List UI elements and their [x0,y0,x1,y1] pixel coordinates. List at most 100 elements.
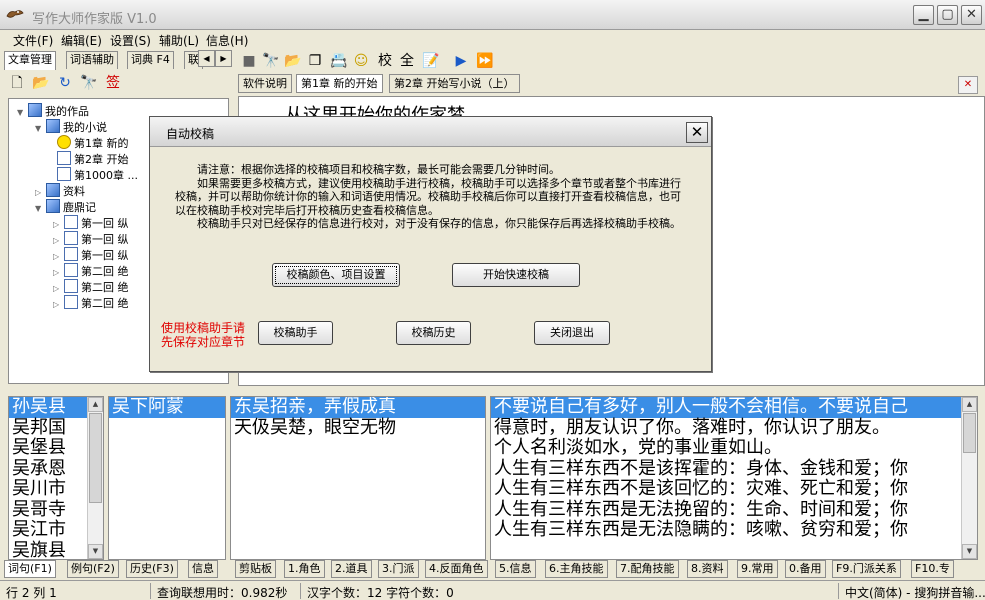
tab-clipboard[interactable]: 剪贴板 [235,560,276,578]
tab-info-5[interactable]: 5.信息 [495,560,536,578]
tab-word-assist[interactable]: 词语辅助 [66,51,118,69]
list-scrollbar[interactable]: ▲ ▼ [961,397,977,559]
tree-novel[interactable]: ▼ 我的小说 [35,119,107,135]
dialog-close-button[interactable]: ✕ [686,122,708,143]
scroll-thumb[interactable] [89,413,102,503]
settings-button[interactable]: 校稿颜色、项目设置 [272,263,400,287]
collapse-icon[interactable]: ▼ [17,105,25,121]
list-item[interactable]: 得意时，朋友认识了你。落难时，你认识了朋友。 [491,417,977,439]
expand-icon[interactable]: ▷ [53,297,61,313]
collapse-icon[interactable]: ▼ [35,121,43,137]
refresh-icon[interactable]: ↻ [56,74,74,92]
word-list-2[interactable]: 吴下阿蒙 [108,396,226,560]
menu-settings[interactable]: 设置(S) [110,32,151,49]
tree-chapter[interactable]: ▷ 第二回 绝 [53,279,129,295]
tab-scroll-right-icon[interactable]: ▶ [215,50,232,67]
document-icon[interactable]: ❐ [306,52,324,70]
tab-sect-relations[interactable]: F9.门派关系 [832,560,901,578]
tab-scroll-left-icon[interactable]: ◀ [198,50,215,67]
tree-chapter[interactable]: ▷ 第一回 纵 [53,231,129,247]
tab-hero-skills[interactable]: 6.主角技能 [545,560,608,578]
list-icon[interactable]: 📇 [330,52,348,70]
list-item[interactable]: 天伋吴楚，眼空无物 [231,417,485,439]
assistant-button[interactable]: 校稿助手 [258,321,333,345]
maximize-button[interactable]: ▢ [937,5,958,25]
list-item[interactable]: 不要说自己有多好，别人一般不会相信。不要说自己 [491,397,977,418]
tree-chapter[interactable]: ▷ 第一回 纵 [53,215,129,231]
new-file-icon[interactable]: 🗋 [8,74,26,92]
list-item[interactable]: 人生有三样东西不是该挥霍的：身体、金钱和爱；你 [491,458,977,480]
tab-software-info[interactable]: 软件说明 [238,74,292,93]
menu-edit[interactable]: 编辑(E) [61,32,102,49]
play-icon[interactable]: ▶ [452,52,470,70]
tab-history[interactable]: 历史(F3) [126,560,178,578]
exit-button[interactable]: 关闭退出 [534,321,610,345]
tree-ludingji[interactable]: ▼ 鹿鼎记 [35,199,96,215]
tree-root[interactable]: ▼ 我的作品 [17,103,89,119]
tab-role[interactable]: 1.角色 [284,560,325,578]
smiley-icon[interactable]: ☺ [352,52,370,70]
close-button[interactable]: ✕ [961,5,982,25]
list-item[interactable]: 吴下阿蒙 [109,397,225,418]
page-icon [64,263,78,277]
open-folder-icon[interactable]: 📂 [32,74,50,92]
tab-chapter-1[interactable]: 第1章 新的开始 [296,74,383,93]
close-document-icon[interactable]: ✕ [958,76,978,94]
scroll-up-icon[interactable]: ▲ [88,397,103,412]
tree-chapter[interactable]: ▷ 第二回 绝 [53,295,129,311]
word-list-1[interactable]: 孙吴县 吴邦国 吴堡县 吴承恩 吴川市 吴哥寺 吴江市 吴旗县 ▲ ▼ [8,396,104,560]
list-item[interactable]: 人生有三样东西不是该回忆的：灾难、死亡和爱；你 [491,478,977,500]
list-scrollbar[interactable]: ▲ ▼ [87,397,103,559]
word-list-3[interactable]: 东吴招亲，弄假成真 天伋吴楚，眼空无物 [230,396,486,560]
note-icon[interactable]: 📝 [422,52,440,70]
tab-common[interactable]: 9.常用 [737,560,778,578]
tree-chapter[interactable]: ▷ 第一回 纵 [53,247,129,263]
stop-icon[interactable]: ■ [240,52,258,70]
tab-sect[interactable]: 3.门派 [378,560,419,578]
binoculars-icon[interactable]: 🔭 [80,74,98,92]
tab-materials[interactable]: 8.资料 [687,560,728,578]
tab-props[interactable]: 2.道具 [331,560,372,578]
tab-support-skills[interactable]: 7.配角技能 [616,560,679,578]
tree-materials[interactable]: ▷ 资料 [35,183,85,199]
sign-icon[interactable]: 签 [104,74,122,92]
proof-icon[interactable]: 校 [376,52,394,70]
window-title: 写作大师作家版 V1.0 [32,12,157,27]
tab-article-manage[interactable]: 文章管理 [4,51,56,70]
tree-chapter[interactable]: ▷ 第二回 绝 [53,263,129,279]
menu-info[interactable]: 信息(H) [206,32,248,49]
tree-chapter[interactable]: 第1000章 ... [57,167,138,183]
scroll-down-icon[interactable]: ▼ [88,544,103,559]
list-item[interactable]: 东吴招亲，弄假成真 [231,397,485,418]
tab-f10[interactable]: F10.专 [911,560,954,578]
book-icon [28,103,42,117]
list-item[interactable]: 人生有三样东西是无法挽留的：生命、时间和爱；你 [491,499,977,521]
binoculars-icon[interactable]: 🔭 [262,52,280,70]
scroll-up-icon[interactable]: ▲ [962,397,977,412]
forward-icon[interactable]: ⏩ [476,52,494,70]
quick-proof-button[interactable]: 开始快速校稿 [452,263,580,287]
sentence-list[interactable]: 不要说自己有多好，别人一般不会相信。不要说自己 得意时，朋友认识了你。落难时，你… [490,396,978,560]
history-button[interactable]: 校稿历史 [396,321,471,345]
tab-examples[interactable]: 例句(F2) [67,560,119,578]
tab-chapter-2[interactable]: 第2章 开始写小说（上） [389,74,520,93]
scroll-down-icon[interactable]: ▼ [962,544,977,559]
scroll-thumb[interactable] [963,413,976,453]
tab-words[interactable]: 词句(F1) [4,560,56,578]
list-item[interactable]: 人生有三样东西是无法隐瞒的：咳嗽、贫穷和爱；你 [491,519,977,541]
minimize-button[interactable]: ▁ [913,5,934,25]
menu-assist[interactable]: 辅助(L) [159,32,199,49]
list-item[interactable]: 个人名利淡如水，党的事业重如山。 [491,437,977,459]
page-icon [64,295,78,309]
tree-chapter[interactable]: 第2章 开始 [57,151,129,167]
tree-chapter[interactable]: 第1章 新的 [57,135,129,151]
tab-info[interactable]: 信息 [188,560,218,578]
full-icon[interactable]: 全 [398,52,416,70]
menu-file[interactable]: 文件(F) [13,32,53,49]
open-folder-icon[interactable]: 📂 [284,52,302,70]
tab-dictionary[interactable]: 词典 F4 [127,51,174,69]
tab-spare[interactable]: 0.备用 [785,560,826,578]
cursor-position: 行 2 列 1 [6,586,57,600]
tab-villain[interactable]: 4.反面角色 [425,560,488,578]
collapse-icon[interactable]: ▼ [35,201,43,217]
